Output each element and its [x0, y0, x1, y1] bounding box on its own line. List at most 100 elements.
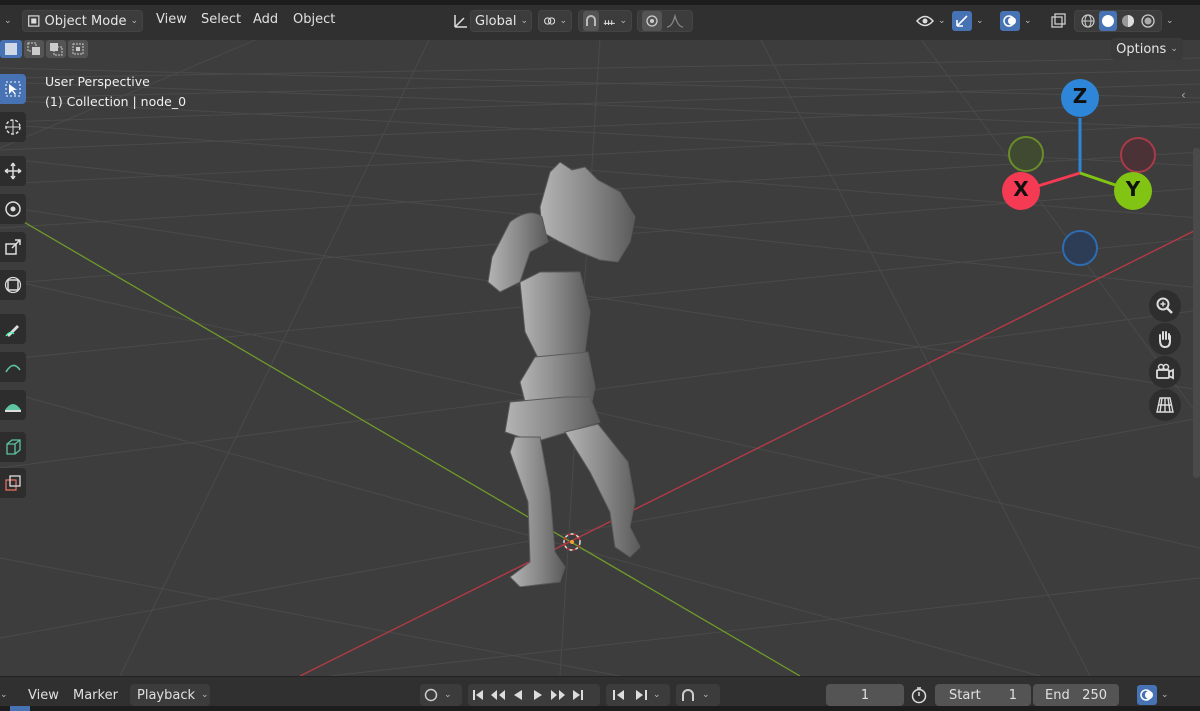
- add-object-icon[interactable]: [0, 468, 26, 498]
- select-box-icon[interactable]: [0, 74, 26, 104]
- timeline-snapping[interactable]: ⌄: [676, 684, 720, 706]
- proportional-edit-icon[interactable]: [642, 11, 662, 31]
- selection-mode-group: [0, 40, 90, 60]
- auto-keying-group[interactable]: ⌄: [420, 684, 462, 706]
- shading-modes[interactable]: [1074, 10, 1162, 32]
- add-mesh-icon[interactable]: [0, 390, 26, 420]
- scale-icon[interactable]: [0, 232, 26, 262]
- wireframe-shading-icon[interactable]: [1079, 11, 1097, 31]
- jump-end-icon[interactable]: [568, 685, 588, 705]
- gizmo-z-label: Z: [1072, 84, 1088, 108]
- menu-add[interactable]: Add: [253, 12, 278, 27]
- editor-type-button[interactable]: ⌄: [0, 10, 16, 32]
- viewport-header: ⌄ Object Mode ⌄ View Select Add Object G…: [0, 0, 1200, 40]
- rotate-icon[interactable]: [0, 194, 26, 224]
- zoom-icon[interactable]: [1149, 290, 1181, 322]
- options-dropdown[interactable]: Options ⌄: [1111, 38, 1183, 60]
- collection-info-label: (1) Collection | node_0: [45, 94, 187, 109]
- move-icon[interactable]: [0, 156, 26, 186]
- measure-icon[interactable]: [0, 352, 26, 382]
- select-new-icon[interactable]: [0, 40, 22, 58]
- play-icon[interactable]: [528, 685, 548, 705]
- ortho-grid-icon[interactable]: [1149, 389, 1181, 421]
- menu-object[interactable]: Object: [293, 12, 335, 27]
- shading-options-dropdown[interactable]: ⌄: [1162, 10, 1178, 32]
- gizmo-neg-z: [1062, 230, 1098, 266]
- mode-label: Object Mode: [44, 13, 127, 29]
- gizmo-neg-y: [1008, 136, 1044, 172]
- prev-marker-icon[interactable]: [609, 685, 629, 705]
- overlays-icon[interactable]: [1000, 11, 1020, 31]
- timeline-overlay-group[interactable]: ⌄: [1137, 684, 1169, 706]
- chevron-down-icon: ⌄: [130, 16, 138, 26]
- snap-increment-icon: [603, 20, 615, 25]
- snapping-group[interactable]: ⌄: [578, 10, 632, 32]
- gizmo-y-label: Y: [1125, 177, 1141, 201]
- timeline-menu-view[interactable]: View: [28, 684, 59, 706]
- select-intersect-icon[interactable]: [68, 40, 88, 58]
- prev-keyframe-icon[interactable]: [488, 685, 508, 705]
- visibility-dropdown[interactable]: ⌄: [912, 10, 950, 32]
- mode-selector[interactable]: Object Mode ⌄: [22, 10, 143, 32]
- end-frame-field[interactable]: End 250: [1033, 684, 1119, 706]
- playback-label: Playback: [137, 687, 196, 703]
- start-label: Start: [949, 687, 981, 703]
- next-marker-icon[interactable]: [631, 685, 651, 705]
- cursor-icon[interactable]: [0, 112, 26, 142]
- gizmo-x-label: X: [1013, 177, 1029, 201]
- rendered-shading-icon[interactable]: [1139, 11, 1157, 31]
- play-reverse-icon[interactable]: [508, 685, 528, 705]
- playback-controls: [468, 684, 600, 706]
- record-icon: [424, 688, 438, 702]
- options-label: Options: [1116, 41, 1167, 57]
- start-value: 1: [1008, 687, 1017, 703]
- character-model[interactable]: [480, 162, 650, 587]
- sidebar-toggle-icon[interactable]: ‹: [1181, 88, 1193, 108]
- gizmo-neg-x: [1120, 137, 1156, 173]
- y-axis-line: [0, 207, 801, 676]
- pivot-icon: [544, 17, 556, 25]
- solid-shading-icon[interactable]: [1099, 11, 1117, 31]
- menu-select[interactable]: Select: [201, 12, 241, 27]
- annotate-icon[interactable]: [0, 314, 26, 344]
- current-frame-field[interactable]: 1: [826, 684, 904, 706]
- pivot-point-dropdown[interactable]: ⌄: [538, 10, 572, 32]
- material-shading-icon[interactable]: [1119, 11, 1137, 31]
- orientation-label: Global: [475, 13, 517, 29]
- snap-magnet-icon[interactable]: [583, 11, 599, 31]
- proportional-edit-group[interactable]: [637, 10, 693, 32]
- view-name-label: User Perspective: [45, 74, 150, 89]
- 3d-cursor-icon: [563, 533, 581, 551]
- timeline-overlay-icon[interactable]: [1137, 685, 1157, 705]
- keyframe-nav-group: ⌄: [606, 684, 670, 706]
- menu-view[interactable]: View: [156, 12, 187, 27]
- transform-icon[interactable]: [0, 270, 26, 300]
- end-value: 250: [1082, 687, 1107, 703]
- start-frame-field[interactable]: Start 1: [935, 684, 1031, 706]
- timeline-menu-marker[interactable]: Marker: [73, 684, 118, 706]
- next-keyframe-icon[interactable]: [548, 685, 568, 705]
- status-bar: [0, 706, 1200, 711]
- eye-icon: [916, 15, 934, 27]
- gizmo-toggle-group[interactable]: ⌄: [948, 10, 988, 32]
- x-axis-line: [299, 227, 1200, 676]
- gizmo-toggle-icon[interactable]: [952, 11, 972, 31]
- viewport-scrollbar[interactable]: [1193, 148, 1200, 478]
- add-cube-icon[interactable]: [0, 432, 26, 462]
- camera-view-icon[interactable]: [1149, 356, 1181, 388]
- jump-start-icon[interactable]: [468, 685, 488, 705]
- object-mode-icon: [28, 15, 40, 27]
- stopwatch-icon[interactable]: [910, 684, 928, 706]
- timeline-editor-type[interactable]: ⌄: [0, 684, 8, 706]
- magnet-icon: [682, 689, 694, 701]
- playback-dropdown[interactable]: Playback ⌄: [130, 684, 210, 706]
- overlays-group[interactable]: ⌄: [996, 10, 1036, 32]
- end-label: End: [1045, 687, 1070, 703]
- pan-hand-icon[interactable]: [1149, 323, 1181, 355]
- xray-toggle-icon[interactable]: [1046, 10, 1070, 32]
- select-subtract-icon[interactable]: [46, 40, 66, 58]
- 3d-viewport[interactable]: User Perspective (1) Collection | node_0…: [0, 38, 1200, 676]
- select-extend-icon[interactable]: [24, 40, 44, 58]
- transform-orientation-dropdown[interactable]: Global ⌄: [470, 10, 532, 32]
- falloff-curve-icon: [666, 14, 684, 28]
